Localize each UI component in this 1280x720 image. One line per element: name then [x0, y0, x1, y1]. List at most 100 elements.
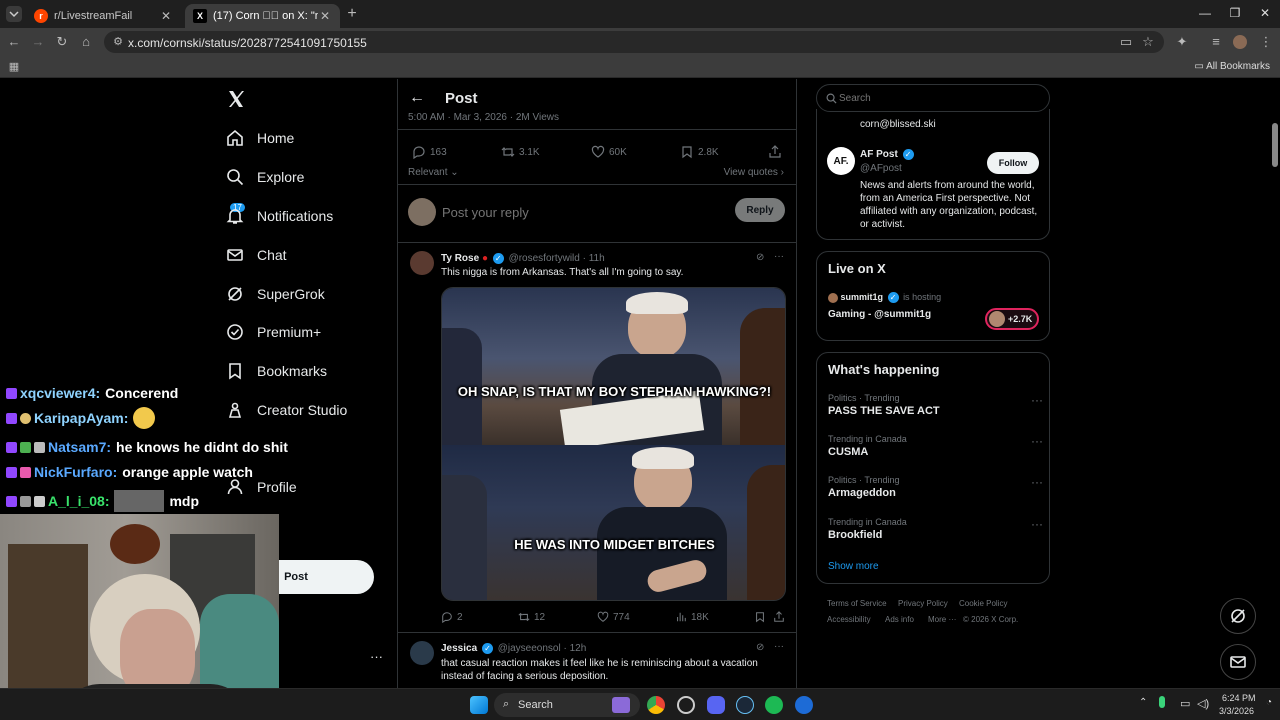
trend-item[interactable]: Trending in Canada Brookfield ···: [828, 517, 1043, 541]
live-listeners-pill[interactable]: +2.7K: [985, 308, 1039, 330]
reply-input[interactable]: [442, 201, 682, 223]
grok-float-button[interactable]: [1220, 598, 1256, 634]
clock-time[interactable]: 6:24 PM: [1222, 693, 1256, 703]
reply-media-image[interactable]: OH SNAP, IS THAT MY BOY STEPHAN HAWKING?…: [441, 287, 786, 601]
like-count-button[interactable]: 60K: [591, 145, 627, 159]
reply-reposts-button[interactable]: 12: [518, 611, 545, 623]
close-tab-icon[interactable]: ✕: [318, 9, 332, 23]
footer-cookie-link[interactable]: Cookie Policy: [959, 599, 1007, 608]
chrome-icon[interactable]: [647, 696, 665, 714]
more-options-icon[interactable]: ···: [774, 251, 784, 262]
discord-icon[interactable]: [707, 696, 725, 714]
more-options-icon[interactable]: ···: [1031, 475, 1043, 489]
windows-start-icon[interactable]: [470, 696, 488, 714]
spotify-icon[interactable]: [765, 696, 783, 714]
volume-icon[interactable]: ◁): [1197, 697, 1209, 710]
new-tab-icon[interactable]: +: [344, 6, 360, 22]
sidebar-item-premium[interactable]: Premium+: [226, 318, 321, 346]
reply-button[interactable]: Reply: [735, 198, 785, 222]
trend-item[interactable]: Politics · Trending PASS THE SAVE ACT ··…: [828, 393, 1043, 417]
minimize-icon[interactable]: —: [1195, 6, 1215, 22]
maximize-icon[interactable]: ❐: [1225, 6, 1245, 22]
live-space-title[interactable]: Gaming - @summit1g: [828, 309, 931, 320]
account-more-icon[interactable]: ···: [370, 649, 383, 664]
own-avatar[interactable]: [408, 198, 436, 226]
afpost-name[interactable]: AF Post: [860, 149, 898, 160]
tab-x-post[interactable]: X (17) Corn ✧⃟ on X: "nigga really ✕: [185, 4, 340, 28]
reload-icon[interactable]: ↻: [54, 34, 70, 50]
repost-count-button[interactable]: 3.1K: [501, 145, 540, 159]
footer-accessibility-link[interactable]: Accessibility: [827, 615, 871, 624]
reply-views-button[interactable]: 18K: [675, 611, 709, 623]
view-quotes-link[interactable]: View quotes ›: [724, 167, 784, 178]
scrollbar-thumb[interactable]: [1272, 123, 1278, 167]
reply-likes-button[interactable]: 774: [597, 611, 630, 623]
sidebar-item-chat[interactable]: Chat: [226, 241, 287, 269]
sidebar-item-explore[interactable]: Explore: [226, 163, 304, 191]
app-icon[interactable]: [795, 696, 813, 714]
close-window-icon[interactable]: ✕: [1255, 6, 1275, 22]
share-button[interactable]: [768, 145, 786, 159]
afpost-handle[interactable]: @AFpost: [860, 163, 902, 174]
steam-icon[interactable]: [736, 696, 754, 714]
tab-search-icon[interactable]: [6, 6, 22, 22]
sidebar-item-bookmarks[interactable]: Bookmarks: [226, 357, 327, 385]
menu-kebab-icon[interactable]: ⋮: [1258, 34, 1274, 50]
reply-avatar[interactable]: [410, 251, 434, 275]
more-options-icon[interactable]: ···: [774, 641, 784, 652]
tab-livestreamfail[interactable]: r r/LivestreamFail ✕: [26, 4, 181, 28]
back-icon[interactable]: ←: [6, 34, 22, 50]
app-icon[interactable]: [677, 696, 695, 714]
trend-item[interactable]: Politics · Trending Armageddon ···: [828, 475, 1043, 499]
grok-icon[interactable]: ⊘: [756, 642, 764, 653]
footer-terms-link[interactable]: Terms of Service: [827, 599, 887, 608]
microphone-icon[interactable]: [1159, 696, 1165, 708]
show-more-link[interactable]: Show more: [828, 561, 879, 572]
reading-list-icon[interactable]: ≡: [1208, 34, 1224, 50]
footer-privacy-link[interactable]: Privacy Policy: [898, 599, 948, 608]
tray-chevron-icon[interactable]: ⌃: [1139, 697, 1147, 708]
more-options-icon[interactable]: ···: [1031, 517, 1043, 531]
apps-grid-icon[interactable]: ▦: [6, 59, 22, 75]
afpost-avatar[interactable]: AF.: [827, 147, 855, 175]
reply-author-name[interactable]: Ty Rose: [441, 253, 479, 264]
reply-author-handle[interactable]: @rosesfortywild: [509, 253, 580, 264]
follow-button[interactable]: Follow: [987, 152, 1039, 174]
sort-dropdown[interactable]: Relevant ⌄: [408, 167, 459, 178]
sidebar-item-creator-studio[interactable]: Creator Studio: [226, 396, 347, 424]
reply-share-button[interactable]: [773, 611, 789, 623]
reply-time[interactable]: · 11h: [583, 253, 605, 264]
all-bookmarks-button[interactable]: ▭ All Bookmarks: [1194, 61, 1270, 72]
bookmark-count-button[interactable]: 2.8K: [680, 145, 719, 159]
live-host-name[interactable]: summit1g: [841, 292, 884, 302]
grok-icon[interactable]: ⊘: [756, 252, 764, 263]
taskbar-search-box[interactable]: ⌕ Search: [494, 693, 640, 717]
reply-tweet[interactable]: Ty Rose ● ✓ @rosesfortywild · 11h ⊘ ··· …: [398, 243, 796, 631]
site-info-icon[interactable]: ⚙: [110, 34, 126, 50]
reply-count-button[interactable]: 163: [412, 145, 447, 159]
star-icon[interactable]: ☆: [1140, 34, 1156, 50]
reply-tweet[interactable]: Jessica ✓ @jayseeonsol · 12h ⊘ ··· that …: [398, 633, 796, 688]
x-logo-icon[interactable]: [226, 89, 246, 109]
reply-author-handle[interactable]: @jayseeonsol: [498, 643, 561, 654]
back-arrow-icon[interactable]: ←: [409, 89, 425, 107]
home-icon[interactable]: ⌂: [78, 34, 94, 50]
close-tab-icon[interactable]: ✕: [159, 9, 173, 23]
clock-date[interactable]: 3/3/2026: [1219, 706, 1254, 716]
reply-author-name[interactable]: Jessica: [441, 643, 477, 654]
reply-bookmark-button[interactable]: [754, 611, 770, 623]
search-box[interactable]: [816, 84, 1050, 112]
search-input[interactable]: [839, 91, 1039, 105]
footer-more-link[interactable]: More ···: [928, 615, 956, 624]
reply-avatar[interactable]: [410, 641, 434, 665]
install-app-icon[interactable]: ▭: [1118, 34, 1134, 50]
profile-avatar-icon[interactable]: [1232, 34, 1248, 50]
network-icon[interactable]: ▭: [1180, 697, 1190, 710]
reply-time[interactable]: · 12h: [563, 643, 586, 654]
messages-float-button[interactable]: [1220, 644, 1256, 680]
footer-ads-link[interactable]: Ads info: [885, 615, 914, 624]
notification-bell-icon[interactable]: ◔: [1266, 697, 1272, 708]
more-options-icon[interactable]: ···: [1031, 393, 1043, 407]
sidebar-item-home[interactable]: Home: [226, 124, 294, 152]
trend-item[interactable]: Trending in Canada CUSMA ···: [828, 434, 1043, 458]
